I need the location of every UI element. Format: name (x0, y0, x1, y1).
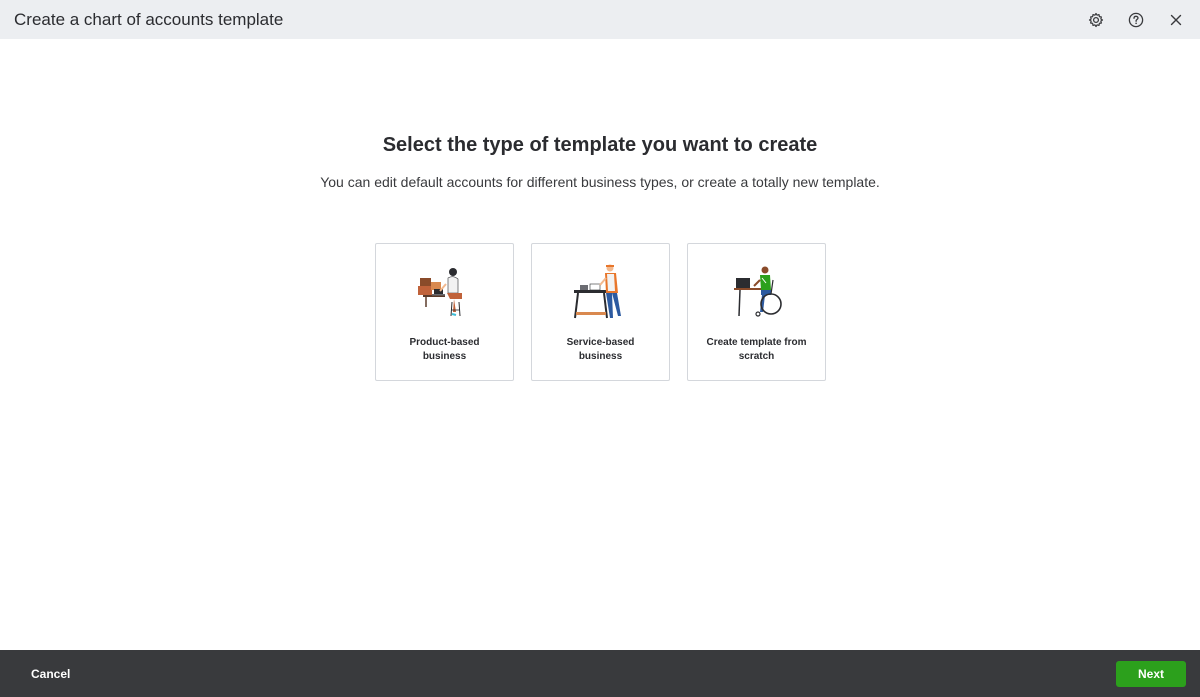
gear-icon[interactable] (1086, 10, 1106, 30)
cancel-button[interactable]: Cancel (31, 667, 70, 681)
product-based-card[interactable]: Product-based business (375, 243, 514, 381)
page-title: Select the type of template you want to … (382, 134, 818, 156)
page-subtitle: You can edit default accounts for differ… (320, 174, 880, 190)
next-button[interactable]: Next (1116, 660, 1186, 687)
product-based-label: Product-based business (409, 337, 480, 362)
footer-bar: Cancel Next (0, 650, 1200, 697)
service-business-illustration (573, 264, 621, 319)
window-title: Create a chart of accounts template (14, 9, 284, 29)
service-based-label: Service-based business (566, 337, 635, 362)
help-icon[interactable] (1126, 10, 1146, 30)
service-based-card[interactable]: Service-based business (531, 243, 670, 381)
scratch-template-illustration (733, 266, 782, 317)
close-icon[interactable] (1166, 10, 1186, 30)
header-actions (1086, 10, 1186, 30)
main-content: Select the type of template you want to … (0, 39, 1200, 650)
template-type-cards: Product-based business Service-based bus… (375, 243, 826, 381)
product-business-illustration (417, 268, 462, 317)
scratch-template-label: Create template from scratch (706, 337, 807, 362)
scratch-template-card[interactable]: Create template from scratch (687, 243, 826, 381)
title-bar: Create a chart of accounts template (0, 0, 1200, 39)
